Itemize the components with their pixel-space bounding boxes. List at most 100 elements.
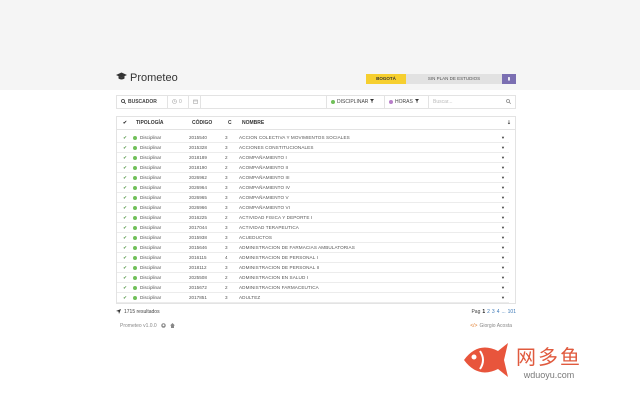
chevron-down-icon[interactable]: ▼	[497, 175, 509, 180]
chevron-down-icon[interactable]: ▼	[497, 205, 509, 210]
table-row[interactable]: ✔ Disciplinar 2026962 3 ACOMPAÑAMIENTO III ▼	[117, 173, 509, 183]
chevron-down-icon[interactable]: ▼	[497, 265, 509, 270]
table-row[interactable]: ✔ Disciplinar 2025508 2 ADMINISTRACION EN SA…	[117, 273, 509, 283]
tipologia-cell: Disciplinar	[133, 265, 189, 270]
home-icon[interactable]	[169, 322, 175, 330]
check-icon[interactable]: ✔	[117, 205, 133, 211]
buscador-button[interactable]: BUSCADOR	[117, 96, 168, 108]
header-codigo[interactable]: CÓDIGO	[189, 120, 225, 126]
tipologia-text: Disciplinar	[140, 185, 162, 190]
disciplinar-filter[interactable]: DISCIPLINAR	[327, 96, 385, 108]
version-bar: Prometeo v1.0.0 </> Giorgio Acosta	[120, 322, 512, 330]
search-input[interactable]: Buscar...	[429, 96, 515, 108]
check-icon[interactable]: ✔	[117, 265, 133, 271]
page-link[interactable]: 2	[487, 309, 490, 315]
check-icon[interactable]: ✔	[117, 255, 133, 261]
codigo-cell: 2026964	[189, 185, 207, 190]
chevron-down-icon[interactable]: ▼	[497, 285, 509, 290]
chevron-down-icon[interactable]: ▼	[497, 195, 509, 200]
header-tipologia[interactable]: TIPOLOGÍA	[133, 120, 189, 126]
chevron-down-icon[interactable]: ▼	[497, 235, 509, 240]
page-link[interactable]: 4	[497, 309, 500, 315]
github-icon[interactable]	[160, 322, 166, 330]
nombre-cell: ACOMPAÑAMIENTO II	[239, 165, 289, 170]
watermark: 网多鱼 wduoyu.com	[460, 330, 630, 390]
table-row[interactable]: ✔ Disciplinar 2018190 2 ACOMPAÑAMIENTO II ▼	[117, 163, 509, 173]
check-icon[interactable]: ✔	[117, 215, 133, 221]
tab-extra[interactable]: ▮	[502, 74, 516, 84]
chevron-down-icon[interactable]: ▼	[497, 245, 509, 250]
check-icon[interactable]: ✔	[117, 285, 133, 291]
chevron-down-icon[interactable]: ▼	[497, 295, 509, 300]
check-icon[interactable]: ✔	[117, 185, 133, 191]
header-creditos[interactable]: C	[225, 120, 239, 126]
creditos-cell: 3	[225, 225, 228, 230]
disciplinar-dot-icon	[133, 225, 137, 230]
chevron-down-icon[interactable]: ▼	[497, 255, 509, 260]
creditos-cell: 3	[225, 135, 228, 140]
check-icon[interactable]: ✔	[117, 245, 133, 251]
chevron-down-icon[interactable]: ▼	[497, 275, 509, 280]
chevron-down-icon[interactable]: ▼	[497, 225, 509, 230]
table-row[interactable]: ✔ Disciplinar 2015938 3 ACUEDUCTOS ▼	[117, 233, 509, 243]
chevron-down-icon[interactable]: ▼	[497, 215, 509, 220]
disciplinar-dot-icon	[133, 255, 137, 260]
brand[interactable]: Prometeo	[116, 72, 178, 84]
check-icon[interactable]: ✔	[117, 165, 133, 171]
creditos-cell: 3	[225, 205, 228, 210]
disciplinar-dot-icon	[133, 235, 137, 240]
tipologia-text: Disciplinar	[140, 205, 162, 210]
table-row[interactable]: ✔ Disciplinar 2026966 3 ACOMPAÑAMIENTO VI ▼	[117, 203, 509, 213]
watermark-url: wduoyu.com	[523, 369, 575, 380]
table-row[interactable]: ✔ Disciplinar 2018189 2 ACOMPAÑAMIENTO I ▼	[117, 153, 509, 163]
chevron-down-icon[interactable]: ▼	[497, 185, 509, 190]
table-row[interactable]: ✔ Disciplinar 2016225 2 ACTIVIDAD FISICA Y D…	[117, 213, 509, 223]
tipologia-text: Disciplinar	[140, 225, 162, 230]
page-link[interactable]: 1	[482, 309, 485, 315]
tab-bogota[interactable]: BOGOTÁ	[366, 74, 406, 84]
table-row[interactable]: ✔ Disciplinar 2015328 3 ACCIONES CONSTITUCIO…	[117, 143, 509, 153]
header-check-icon[interactable]: ✔	[117, 120, 133, 126]
page-link[interactable]: 101	[508, 309, 516, 315]
check-icon[interactable]: ✔	[117, 295, 133, 301]
calendar-filter[interactable]	[189, 96, 201, 108]
codigo-cell: 2016115	[189, 255, 207, 260]
check-icon[interactable]: ✔	[117, 235, 133, 241]
page-link[interactable]: 3	[492, 309, 495, 315]
table-row[interactable]: ✔ Disciplinar 2026964 3 ACOMPAÑAMIENTO IV ▼	[117, 183, 509, 193]
tipologia-text: Disciplinar	[140, 245, 162, 250]
table-row[interactable]: ✔ Disciplinar 2016115 4 ADMINISTRACION DE PE…	[117, 253, 509, 263]
table-row[interactable]: ✔ Disciplinar 2015646 3 ADMINISTRACION DE FA…	[117, 243, 509, 253]
chevron-down-icon[interactable]: ▼	[497, 135, 509, 140]
table-row[interactable]: ✔ Disciplinar 2015672 2 ADMINISTRACION FARMA…	[117, 283, 509, 293]
tipologia-text: Disciplinar	[140, 265, 162, 270]
chevron-down-icon[interactable]: ▼	[497, 155, 509, 160]
check-icon[interactable]: ✔	[117, 135, 133, 141]
download-icon[interactable]: ⇣	[503, 120, 515, 126]
clock-value: 0	[179, 99, 182, 105]
check-icon[interactable]: ✔	[117, 155, 133, 161]
check-icon[interactable]: ✔	[117, 275, 133, 281]
header-nombre[interactable]: NOMBRE	[239, 120, 503, 126]
table-row[interactable]: ✔ Disciplinar 2026965 3 ACOMPAÑAMIENTO V ▼	[117, 193, 509, 203]
table-row[interactable]: ✔ Disciplinar 2017851 3 ADULTEZ ▼	[117, 293, 509, 303]
creditos-cell: 3	[225, 295, 228, 300]
nombre-cell: ADMINISTRACION DE PERSONAL I	[239, 255, 318, 260]
author-credit[interactable]: </> Giorgio Acosta	[470, 323, 512, 329]
chevron-down-icon[interactable]: ▼	[497, 165, 509, 170]
check-icon[interactable]: ✔	[117, 225, 133, 231]
filter-icon	[370, 99, 375, 105]
check-icon[interactable]: ✔	[117, 175, 133, 181]
clock-filter[interactable]: 0	[168, 96, 189, 108]
author-name: Giorgio Acosta	[479, 323, 512, 329]
check-icon[interactable]: ✔	[117, 195, 133, 201]
chevron-down-icon[interactable]: ▼	[497, 145, 509, 150]
table-row[interactable]: ✔ Disciplinar 2018112 3 ADMINISTRACION DE PE…	[117, 263, 509, 273]
table-row[interactable]: ✔ Disciplinar 2017044 3 ACTIVIDAD TERAPEUTIC…	[117, 223, 509, 233]
codigo-cell: 2026965	[189, 195, 207, 200]
table-row[interactable]: ✔ Disciplinar 2015540 3 ACCION COLECTIVA Y M…	[117, 133, 509, 143]
horas-filter[interactable]: HORAS	[385, 96, 429, 108]
check-icon[interactable]: ✔	[117, 145, 133, 151]
tab-plan-estudios[interactable]: SIN PLAN DE ESTUDIOS	[406, 74, 502, 84]
disciplinar-dot-icon	[133, 135, 137, 140]
